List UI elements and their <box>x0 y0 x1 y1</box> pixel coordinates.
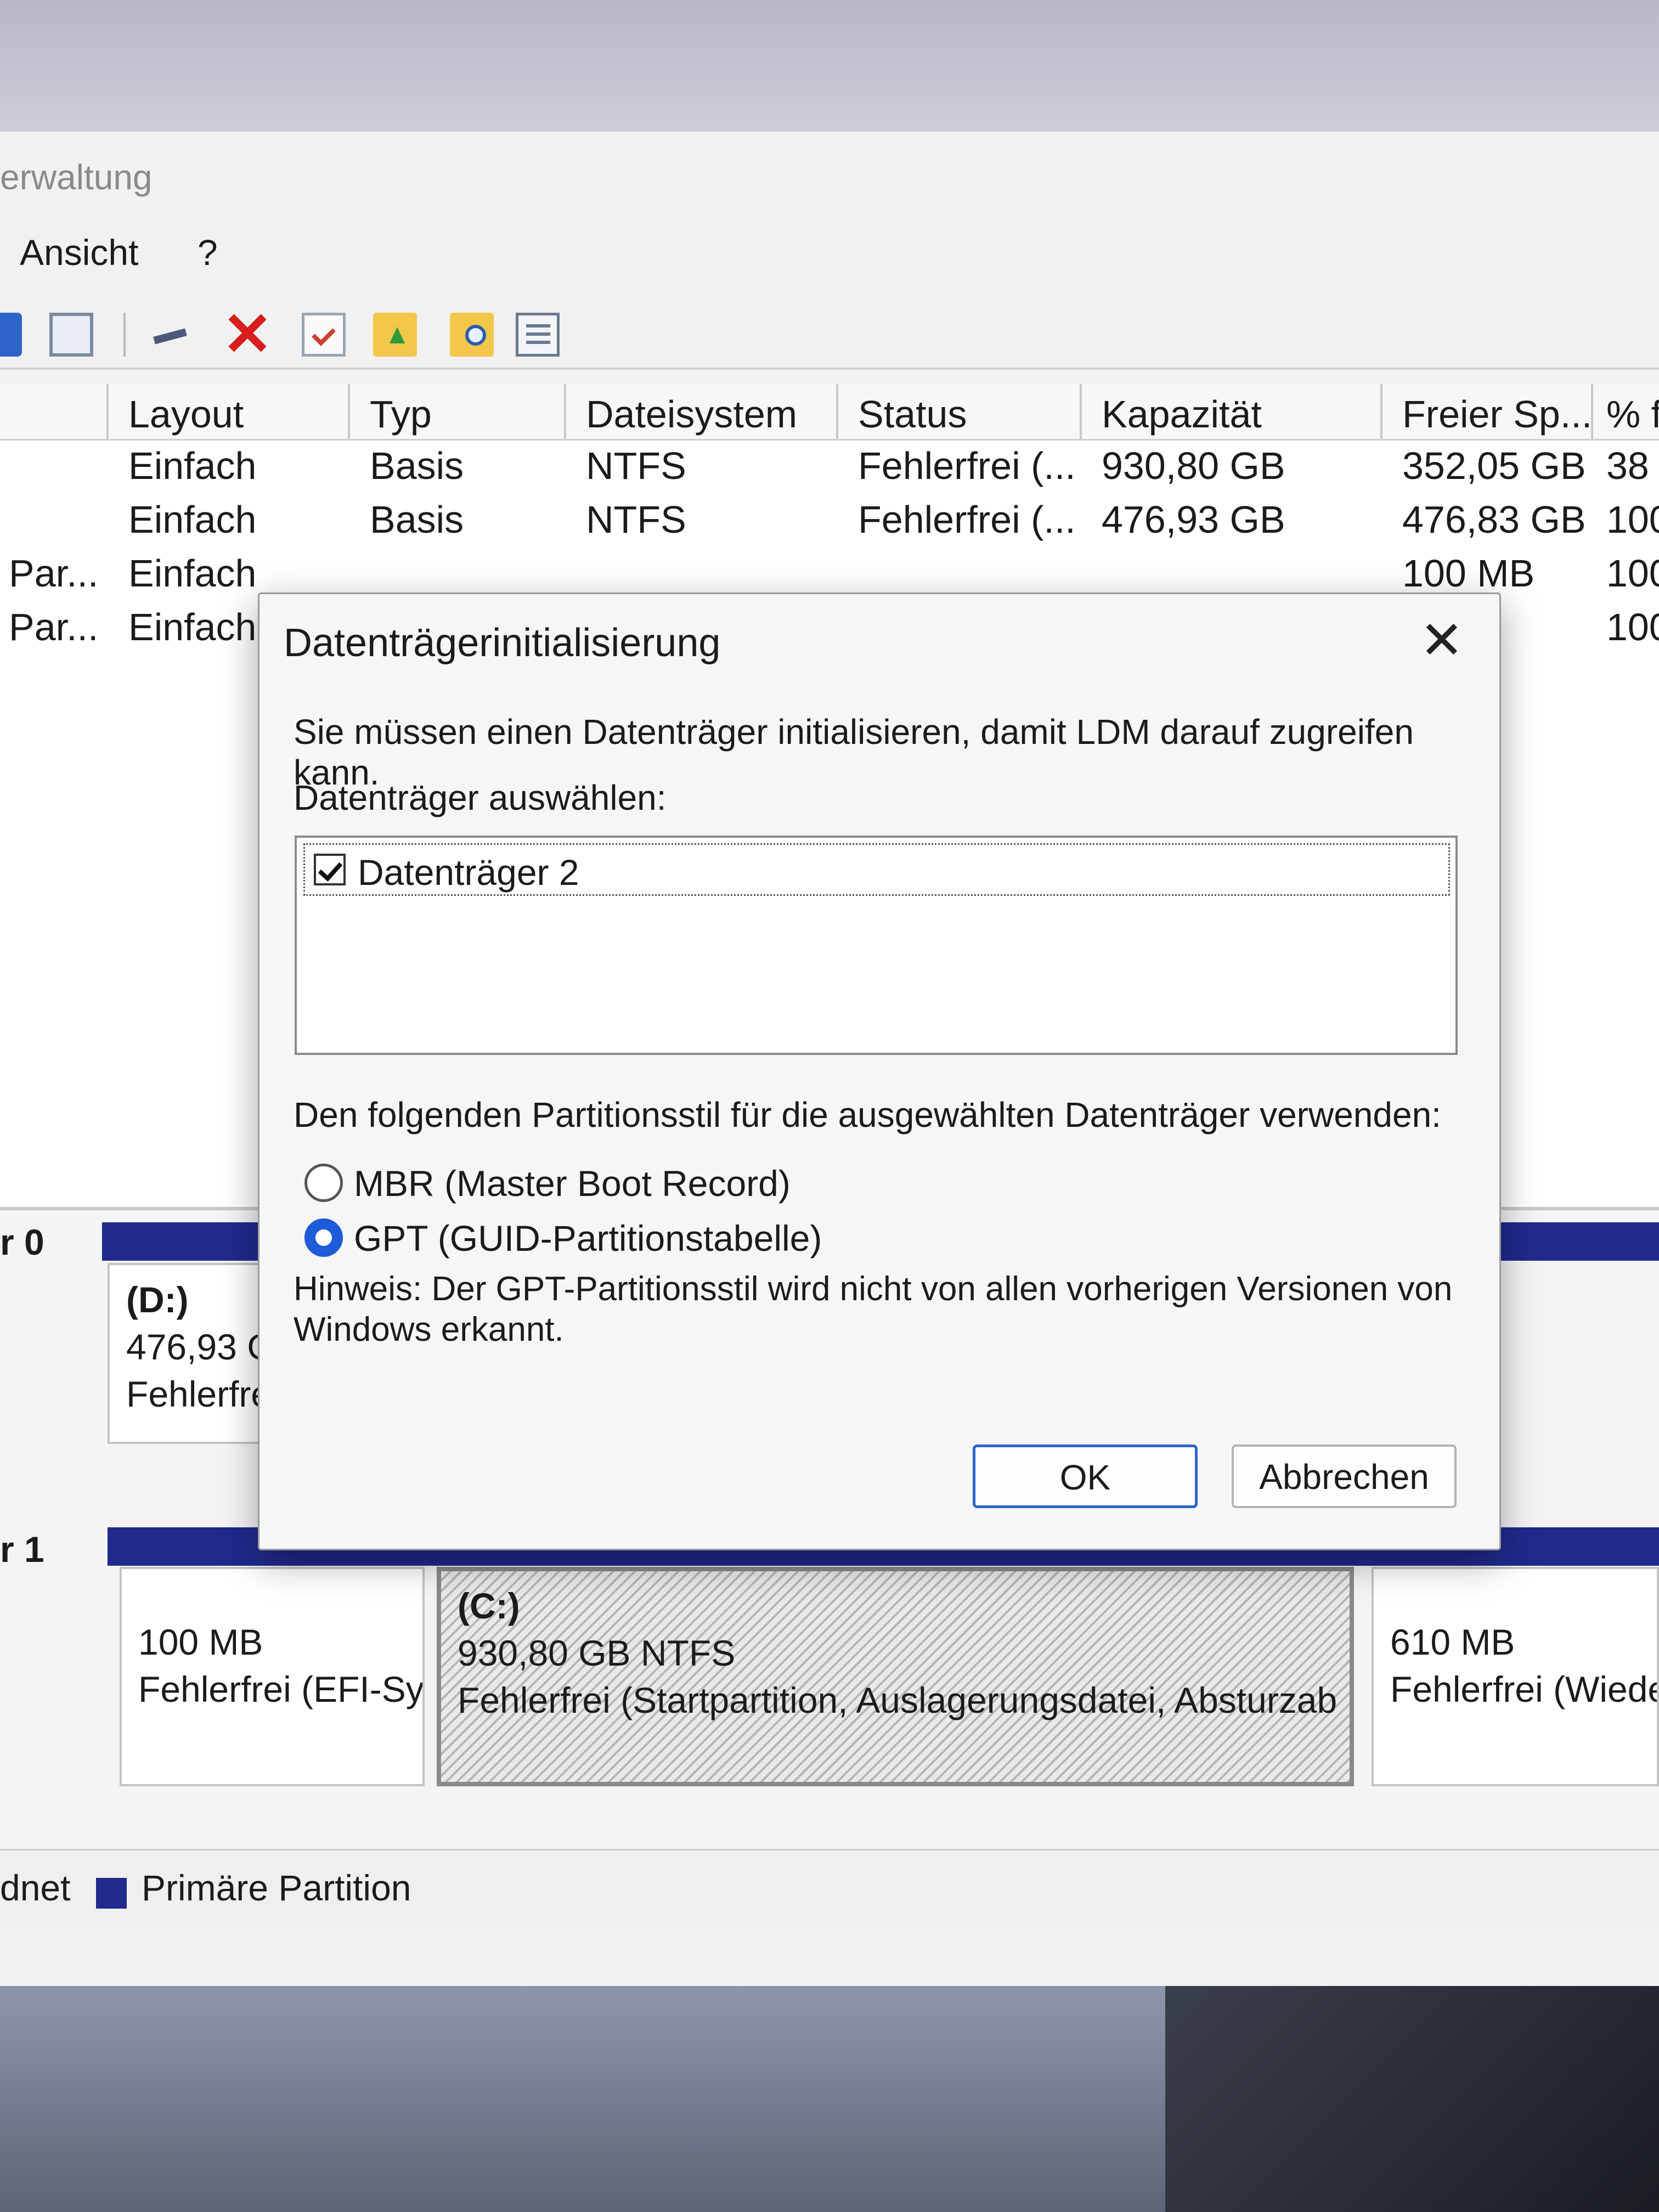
legend-primary-swatch <box>96 1878 127 1909</box>
cancel-button[interactable]: Abbrechen <box>1232 1444 1457 1508</box>
table-row[interactable]: Einfach Basis NTFS Fehlerfrei (... 930,8… <box>0 439 1659 493</box>
column-capacity[interactable]: Kapazität <box>1080 384 1380 439</box>
partition-recovery-size: 610 MB <box>1390 1622 1515 1662</box>
help-icon[interactable] <box>0 313 22 357</box>
checkbox-icon[interactable] <box>314 854 346 885</box>
select-disk-label: Datenträger auswählen: <box>294 778 667 817</box>
disk-0-label: r 0 <box>0 1222 44 1262</box>
menu-help[interactable]: ? <box>198 232 218 273</box>
dialog-title: Datenträgerinitialisierung <box>284 621 721 665</box>
column-layout[interactable]: Layout <box>106 384 348 439</box>
legend-unallocated: dnet <box>0 1867 71 1908</box>
radio-icon[interactable] <box>304 1164 343 1202</box>
delete-icon[interactable]: ✕ <box>222 304 273 365</box>
list-item[interactable]: Datenträger 2 <box>303 843 1450 896</box>
monitor-bezel-top <box>0 0 1659 132</box>
menu-view[interactable]: Ansicht <box>20 232 138 273</box>
toolbar-separator <box>123 313 126 357</box>
connect-icon[interactable] <box>148 313 192 357</box>
column-type[interactable]: Typ <box>348 384 564 439</box>
folder-up-icon[interactable] <box>373 313 417 357</box>
column-free-space[interactable]: Freier Sp... <box>1380 384 1591 439</box>
partition-style-label: Den folgenden Partitionsstil für die aus… <box>294 1095 1441 1135</box>
mbr-label: MBR (Master Boot Record) <box>354 1163 791 1204</box>
close-icon[interactable]: ✕ <box>1406 605 1477 676</box>
partition-c-status: Fehlerfrei (Startpartition, Auslagerungs… <box>458 1680 1338 1720</box>
column-percent-free[interactable]: % f <box>1591 384 1659 439</box>
toolbar: ✕ <box>0 296 1659 370</box>
gpt-note: Hinweis: Der GPT-Partitionsstil wird nic… <box>294 1270 1453 1348</box>
disk-item-label: Datenträger 2 <box>358 852 579 893</box>
partition-c-name: (C:) <box>458 1585 520 1626</box>
disk-selection-list[interactable]: Datenträger 2 <box>295 836 1458 1055</box>
window-title: erwaltung <box>0 157 153 197</box>
disk-1-label: r 1 <box>0 1529 44 1570</box>
table-row[interactable]: Einfach Basis NTFS Fehlerfrei (... 476,9… <box>0 493 1659 546</box>
partition-c-size: 930,80 GB NTFS <box>458 1633 736 1673</box>
partition-recovery[interactable]: 610 MB Fehlerfrei (Wiede <box>1372 1567 1659 1786</box>
gpt-label: GPT (GUID-Partitionstabelle) <box>354 1218 822 1259</box>
folder-search-icon[interactable] <box>450 313 494 357</box>
list-icon[interactable] <box>516 313 560 357</box>
radio-icon[interactable] <box>304 1218 343 1257</box>
partition-recovery-status: Fehlerfrei (Wiede <box>1390 1669 1659 1709</box>
properties-icon[interactable] <box>302 313 346 357</box>
partition-c[interactable]: (C:) 930,80 GB NTFS Fehlerfrei (Startpar… <box>437 1567 1354 1786</box>
table-header: Layout Typ Dateisystem Status Kapazität … <box>0 384 1659 441</box>
legend-primary: Primäre Partition <box>142 1867 411 1908</box>
column-status[interactable]: Status <box>836 384 1080 439</box>
partition-efi-status: Fehlerfrei (EFI-Sy <box>138 1669 424 1709</box>
column-filesystem[interactable]: Dateisystem <box>564 384 836 439</box>
ok-button[interactable]: OK <box>973 1444 1198 1508</box>
legend: dnet Primäre Partition <box>0 1849 1659 1922</box>
menu-bar: Ansicht ? <box>0 219 1659 280</box>
view-icon[interactable] <box>49 313 93 357</box>
partition-efi-size: 100 MB <box>138 1622 263 1662</box>
disk-initialization-dialog: Datenträgerinitialisierung ✕ Sie müssen … <box>258 592 1501 1550</box>
monitor-bezel-bottom <box>0 1986 1659 2212</box>
title-bar: erwaltung <box>0 143 1659 208</box>
partition-efi[interactable]: 100 MB Fehlerfrei (EFI-Sy <box>120 1567 425 1786</box>
